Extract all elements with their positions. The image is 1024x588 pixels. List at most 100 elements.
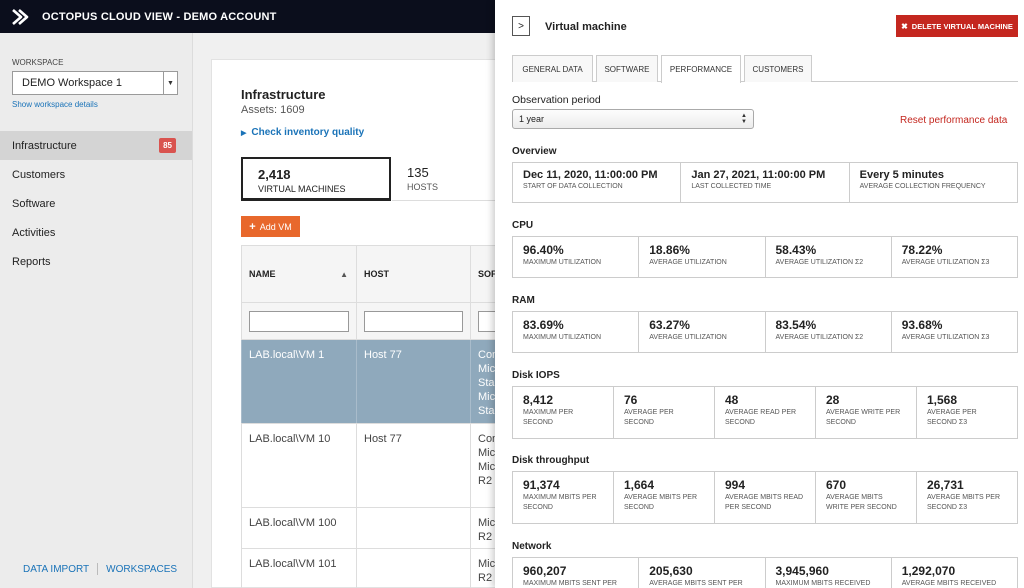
overview-metrics: Dec 11, 2020, 11:00:00 PM START OF DATA … [512, 162, 1018, 203]
hosts-label: HOSTS [407, 182, 439, 192]
table-header-row: NAME ▲ HOST SOF [241, 245, 512, 303]
vm-host-cell [356, 508, 470, 548]
sidebar-item-label: Customers [12, 168, 66, 181]
observation-period-label: Observation period [512, 94, 601, 106]
table-row[interactable]: LAB.local\VM 10 Host 77 Con Micr Micr R2… [241, 424, 512, 508]
observation-period-value: 1 year [519, 114, 545, 124]
page-title: Infrastructure [241, 87, 326, 102]
tab-performance[interactable]: PERFORMANCE [661, 55, 741, 83]
check-inventory-quality-link[interactable]: ▶ Check inventory quality [241, 127, 364, 138]
sidebar-item-label: Reports [12, 255, 51, 268]
infrastructure-card: Infrastructure Assets: 1609 ▶ Check inve… [211, 59, 512, 588]
workspace-select-value: DEMO Workspace 1 [22, 77, 123, 89]
workspaces-link[interactable]: WORKSPACES [106, 564, 177, 575]
ram-section-title: RAM [512, 295, 535, 306]
metric-card: 78.22% AVERAGE UTILIZATION Σ3 [890, 237, 1017, 277]
table-row[interactable]: LAB.local\VM 100 Micr R2 S [241, 508, 512, 549]
sidebar-item-activities[interactable]: Activities [0, 218, 192, 247]
metric-card: 91,374 MAXIMUM MBITS PER SECOND [523, 478, 597, 511]
metric-card: 83.54% AVERAGE UTILIZATION Σ2 [764, 312, 891, 352]
table-filter-row [241, 303, 512, 340]
metric-card: 670 AVERAGE MBITS WRITE PER SECOND [815, 472, 916, 523]
observation-period-select[interactable]: 1 year ▲ ▼ [512, 109, 754, 129]
virtual-machines-count: 2,418 [258, 167, 291, 182]
column-header-name[interactable]: NAME ▲ [241, 246, 356, 302]
metric-card: 1,568 AVERAGE PER SECOND Σ3 [916, 387, 1017, 438]
metric-card: 83.69% MAXIMUM UTILIZATION [523, 318, 602, 341]
sidebar-item-infrastructure[interactable]: Infrastructure 85 [0, 131, 192, 160]
sidebar-item-software[interactable]: Software [0, 189, 192, 218]
metric-card: 93.68% AVERAGE UTILIZATION Σ3 [890, 312, 1017, 352]
reset-performance-data-link[interactable]: Reset performance data [900, 115, 1007, 126]
tab-general-data[interactable]: GENERAL DATA [512, 55, 593, 82]
panel-title: Virtual machine [545, 21, 627, 33]
cpu-section-title: CPU [512, 220, 534, 231]
assets-count: Assets: 1609 [241, 104, 305, 116]
disk-throughput-metrics: 91,374 MAXIMUM MBITS PER SECOND 1,664 AV… [512, 471, 1018, 524]
sidebar-item-label: Software [12, 197, 56, 210]
table-row[interactable]: LAB.local\VM 1 Host 77 Con Micr Star Mic… [241, 340, 512, 424]
disk-iops-metrics: 8,412 MAXIMUM PER SECOND 76 AVERAGE PER … [512, 386, 1018, 439]
metric-card: 994 AVERAGE MBITS READ PER SECOND [714, 472, 815, 523]
vm-name-cell: LAB.local\VM 100 [241, 508, 356, 548]
add-vm-button[interactable]: + Add VM [241, 216, 300, 237]
disk-iops-section-title: Disk IOPS [512, 370, 560, 381]
vm-name-cell: LAB.local\VM 1 [241, 340, 356, 423]
column-header-host[interactable]: HOST [356, 246, 470, 302]
workspace-details-link[interactable]: Show workspace details [12, 100, 98, 109]
tab-software[interactable]: SOFTWARE [596, 55, 658, 82]
metric-card: 28 AVERAGE WRITE PER SECOND [815, 387, 916, 438]
name-filter-input[interactable] [249, 310, 349, 332]
host-filter-input[interactable] [364, 310, 463, 332]
network-section-title: Network [512, 541, 552, 552]
virtual-machine-panel: > Virtual machine ✖ DELETE VIRTUAL MACHI… [495, 0, 1024, 588]
add-vm-label: Add VM [259, 221, 292, 232]
app-title: OCTOPUS CLOUD VIEW - DEMO ACCOUNT [42, 10, 277, 23]
metric-card: 205,630 AVERAGE MBITS SENT PER [638, 558, 764, 588]
metric-card: 960,207 MAXIMUM MBITS SENT PER [523, 564, 617, 587]
workspace-select[interactable]: DEMO Workspace 1 ▼ [12, 71, 178, 95]
vm-table: NAME ▲ HOST SOF LAB.local\VM 1 Host 77 C… [241, 245, 512, 588]
metric-card: 48 AVERAGE READ PER SECOND [714, 387, 815, 438]
disk-throughput-section-title: Disk throughput [512, 455, 590, 466]
plus-icon: + [249, 220, 256, 233]
metric-card: 18.86% AVERAGE UTILIZATION [638, 237, 764, 277]
cpu-metrics: 96.40% MAXIMUM UTILIZATION 18.86% AVERAG… [512, 236, 1018, 278]
sidebar-item-label: Activities [12, 226, 56, 239]
octopus-logo-icon[interactable] [0, 0, 40, 33]
caret-down-icon[interactable]: ▼ [163, 72, 177, 94]
vm-host-cell [356, 549, 470, 588]
metric-card: 3,945,960 MAXIMUM MBITS RECEIVED [764, 558, 891, 588]
data-import-link[interactable]: DATA IMPORT [23, 564, 89, 575]
panel-tabs: GENERAL DATA SOFTWARE PERFORMANCE CUSTOM… [512, 55, 1018, 83]
metric-card: Jan 27, 2021, 11:00:00 PM LAST COLLECTED… [680, 163, 848, 202]
vm-name-cell: LAB.local\VM 101 [241, 549, 356, 588]
tab-hosts[interactable]: 135 HOSTS [392, 157, 502, 201]
metric-card: 58.43% AVERAGE UTILIZATION Σ2 [764, 237, 891, 277]
metric-card: 26,731 AVERAGE MBITS PER SECOND Σ3 [916, 472, 1017, 523]
table-row[interactable]: LAB.local\VM 101 Micr R2 S [241, 549, 512, 588]
delete-virtual-machine-button[interactable]: ✖ DELETE VIRTUAL MACHINE [896, 15, 1018, 37]
check-inventory-quality-label: Check inventory quality [251, 127, 365, 138]
virtual-machines-label: VIRTUAL MACHINES [258, 184, 346, 194]
ram-metrics: 83.69% MAXIMUM UTILIZATION 63.27% AVERAG… [512, 311, 1018, 353]
collapse-panel-button[interactable]: > [512, 16, 530, 36]
tab-customers[interactable]: CUSTOMERS [744, 55, 812, 82]
hosts-count: 135 [407, 165, 429, 180]
sort-ascending-icon[interactable]: ▲ [340, 270, 348, 279]
triangle-right-icon: ▶ [241, 129, 247, 137]
network-metrics: 960,207 MAXIMUM MBITS SENT PER 205,630 A… [512, 557, 1018, 588]
metric-card: Every 5 minutes AVERAGE COLLECTION FREQU… [848, 163, 1017, 202]
metric-card: 63.27% AVERAGE UTILIZATION [638, 312, 764, 352]
close-icon: ✖ [901, 21, 908, 31]
sidebar-item-customers[interactable]: Customers [0, 160, 192, 189]
sidebar-item-reports[interactable]: Reports [0, 247, 192, 276]
vm-name-cell: LAB.local\VM 10 [241, 424, 356, 507]
metric-card: 1,664 AVERAGE MBITS PER SECOND [613, 472, 714, 523]
metric-card: Dec 11, 2020, 11:00:00 PM START OF DATA … [523, 169, 658, 190]
footer-divider [97, 563, 99, 575]
sidebar: WORKSPACE DEMO Workspace 1 ▼ Show worksp… [0, 33, 193, 588]
delete-virtual-machine-label: DELETE VIRTUAL MACHINE [911, 21, 1013, 31]
tab-virtual-machines[interactable]: 2,418 VIRTUAL MACHINES [241, 157, 391, 201]
vm-host-cell: Host 77 [356, 340, 470, 423]
